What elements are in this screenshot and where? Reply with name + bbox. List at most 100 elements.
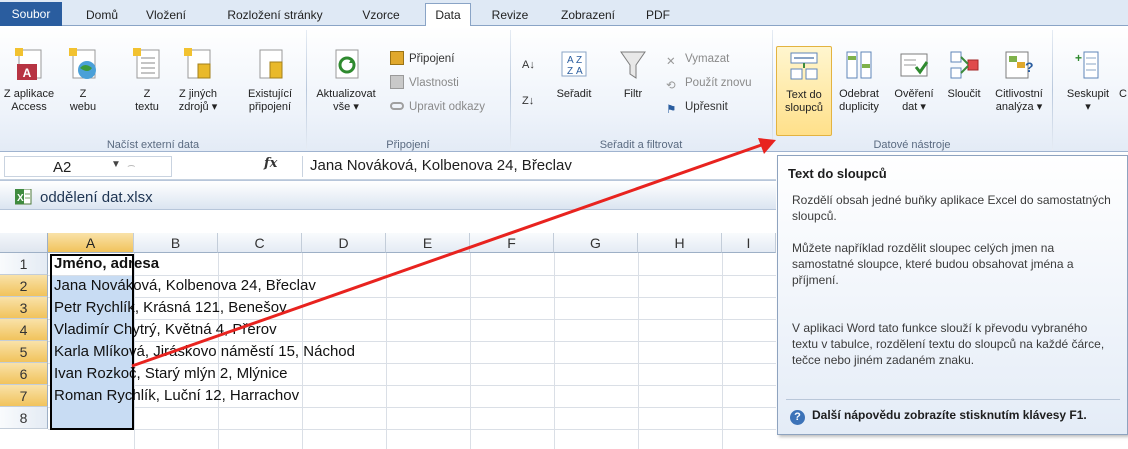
existing-connections-icon xyxy=(259,49,283,79)
clear-filter-button[interactable]: ✕ Vymazat xyxy=(666,50,729,68)
tab-formulas[interactable]: Vzorce xyxy=(356,6,406,26)
web-globe-icon xyxy=(69,48,96,79)
tab-home[interactable]: Domů xyxy=(80,6,124,26)
workbook-title-bar: X oddělení dat.xlsx xyxy=(0,180,776,210)
selection-border xyxy=(50,254,134,430)
data-validation-button[interactable]: Ověření dat ▾ xyxy=(886,48,942,114)
name-box[interactable]: A2 ▼ ⌢ xyxy=(4,156,172,177)
chain-link-icon xyxy=(390,102,404,110)
formula-content[interactable]: Jana Nováková, Kolbenova 24, Břeclav xyxy=(302,156,772,177)
tab-view[interactable]: Zobrazení xyxy=(552,6,624,26)
column-header-a[interactable]: A xyxy=(48,233,134,253)
consolidate-icon xyxy=(950,51,979,79)
sort-za-button[interactable]: Z↓ xyxy=(522,92,534,110)
row-header[interactable]: 5 xyxy=(0,341,48,363)
group-separator xyxy=(306,30,307,150)
from-text-button[interactable]: Ztextu xyxy=(128,48,166,114)
formula-cancel-icon: ⌢ xyxy=(127,157,136,172)
row-header[interactable]: 6 xyxy=(0,363,48,385)
column-header-d[interactable]: D xyxy=(302,233,386,253)
connections-icon xyxy=(390,51,404,65)
what-if-analysis-icon: ? xyxy=(1005,51,1034,79)
properties-button[interactable]: Vlastnosti xyxy=(390,74,459,92)
column-header-e[interactable]: E xyxy=(386,233,470,253)
group-button[interactable]: + Seskupit ▾ xyxy=(1060,48,1116,114)
advanced-filter-icon: ⚑ xyxy=(666,104,677,116)
tooltip-paragraph: V aplikaci Word tato funkce slouží k pře… xyxy=(792,321,1105,367)
group-outline-icon: + xyxy=(1075,51,1099,79)
sort-az-button[interactable]: A↓ xyxy=(522,56,535,74)
refresh-all-button[interactable]: Aktualizovat vše ▾ xyxy=(310,48,382,114)
tab-pdf[interactable]: PDF xyxy=(640,6,676,26)
filter-funnel-icon xyxy=(620,51,646,79)
text-to-columns-button[interactable]: Text do sloupců xyxy=(776,46,832,136)
sort-icon: A ZZ A xyxy=(561,51,587,77)
row-header[interactable]: 8 xyxy=(0,407,48,429)
svg-text:A: A xyxy=(567,55,574,66)
from-other-sources-button[interactable]: Z jiných zdrojů ▾ xyxy=(172,48,224,114)
tab-data[interactable]: Data xyxy=(425,3,471,27)
column-header-f[interactable]: F xyxy=(470,233,554,253)
connections-button[interactable]: Připojení xyxy=(390,50,454,68)
sort-button[interactable]: AZZA Seřadit xyxy=(548,48,600,101)
tooltip-help: ? Další nápovědu zobrazíte stisknutím klá… xyxy=(790,408,1087,425)
insert-function-icon[interactable]: fx xyxy=(264,156,277,171)
excel-file-icon: X xyxy=(15,189,32,205)
row-header[interactable]: 4 xyxy=(0,319,48,341)
column-header-c[interactable]: C xyxy=(218,233,302,253)
column-header-i[interactable]: I xyxy=(722,233,776,253)
workbook-title: oddělení dat.xlsx xyxy=(40,189,153,206)
text-to-columns-icon xyxy=(790,52,818,80)
svg-text:A: A xyxy=(23,66,32,80)
filter-button[interactable]: Filtr xyxy=(610,48,656,101)
svg-text:Z: Z xyxy=(576,55,582,66)
tooltip-text-to-columns: Text do sloupců Rozdělí obsah jedné buňk… xyxy=(777,155,1128,435)
name-box-dropdown-icon[interactable]: ▼ xyxy=(111,159,121,170)
other-sources-icon xyxy=(184,48,211,79)
clear-filter-icon: ✕ xyxy=(666,56,676,68)
from-web-button[interactable]: Zwebu xyxy=(64,48,102,114)
row-header[interactable]: 1 xyxy=(0,253,48,275)
column-header-g[interactable]: G xyxy=(554,233,638,253)
tab-review[interactable]: Revize xyxy=(486,6,534,26)
what-if-analysis-button[interactable]: ? Citlivostní analýza ▾ xyxy=(988,48,1050,114)
tab-file[interactable]: Soubor xyxy=(0,2,62,26)
ribbon: A Z aplikace Access Zwebu Ztextu Z jiných… xyxy=(0,26,1128,152)
advanced-filter-button[interactable]: ⚑ Upřesnit xyxy=(666,98,728,116)
svg-text:+: + xyxy=(1075,51,1082,65)
tooltip-paragraph: Rozdělí obsah jedné buňky aplikace Excel… xyxy=(792,193,1111,223)
ribbon-tab-bar: Soubor Domů Vložení Rozložení stránky Vz… xyxy=(0,0,1128,27)
tab-insert[interactable]: Vložení xyxy=(138,6,194,26)
group-separator xyxy=(1052,30,1053,150)
remove-duplicates-button[interactable]: Odebrat duplicity xyxy=(832,48,886,114)
truncated-button-label[interactable]: C xyxy=(1118,88,1128,101)
column-header-b[interactable]: B xyxy=(134,233,218,253)
column-header-h[interactable]: H xyxy=(638,233,722,253)
tab-page-layout[interactable]: Rozložení stránky xyxy=(212,6,338,26)
text-file-icon xyxy=(133,48,160,79)
group-separator xyxy=(772,30,773,150)
tooltip-title: Text do sloupců xyxy=(788,166,887,181)
from-access-button[interactable]: A Z aplikace Access xyxy=(2,48,56,114)
group-label-data-tools: Datové nástroje xyxy=(873,139,951,151)
existing-connections-button[interactable]: Existující připojení xyxy=(240,48,300,114)
svg-text:A: A xyxy=(576,66,583,77)
name-box-value: A2 xyxy=(53,159,72,176)
data-validation-icon xyxy=(900,53,929,77)
row-header[interactable]: 2 xyxy=(0,275,48,297)
access-icon: A xyxy=(15,48,42,80)
help-question-icon: ? xyxy=(790,410,805,425)
edit-links-button[interactable]: Upravit odkazy xyxy=(390,98,485,116)
svg-text:X: X xyxy=(17,193,24,204)
consolidate-button[interactable]: Sloučit xyxy=(942,48,986,101)
remove-duplicates-icon xyxy=(846,51,872,79)
spreadsheet-grid: A B C D E F G H I 1 2 3 4 5 6 7 8 Jméno,… xyxy=(0,233,776,449)
group-separator xyxy=(510,30,511,150)
reapply-button[interactable]: ⟲ Použít znovu xyxy=(666,74,751,92)
select-all-corner[interactable] xyxy=(0,233,48,253)
row-header[interactable]: 7 xyxy=(0,385,48,407)
group-label-external-data: Načíst externí data xyxy=(106,139,200,151)
svg-text:?: ? xyxy=(1025,59,1034,75)
row-header[interactable]: 3 xyxy=(0,297,48,319)
tooltip-paragraph: Můžete například rozdělit sloupec celých… xyxy=(792,241,1074,287)
